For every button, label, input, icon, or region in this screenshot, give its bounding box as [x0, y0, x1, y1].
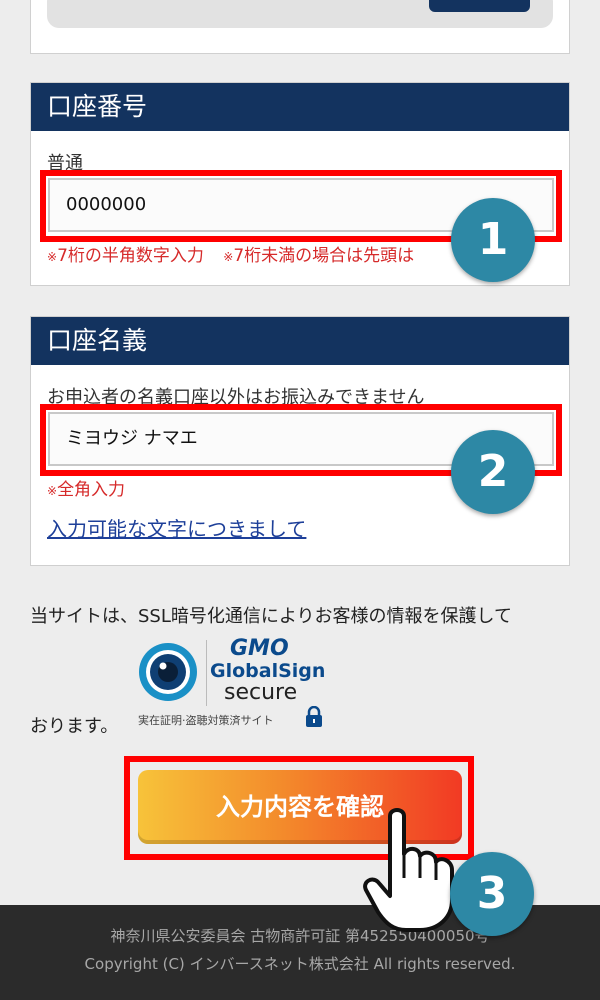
seal-divider: [206, 640, 207, 706]
step-2-badge: 2: [451, 430, 535, 514]
account-number-header: 口座番号: [31, 83, 569, 131]
ssl-notice-text-end: おります。: [30, 716, 119, 737]
previous-section-button[interactable]: [429, 0, 530, 12]
seal-subtitle: 実在証明·盗聴対策済サイト: [138, 714, 274, 727]
globalsign-text: GlobalSign: [210, 660, 326, 682]
eye-seal-icon: [139, 643, 197, 701]
account-number-note: ※7桁の半角数字入力 ※7桁未満の場合は先頭は: [47, 246, 415, 266]
footer-copyright: Copyright (C) インバースネット株式会社 All rights re…: [84, 955, 516, 973]
globalsign-seal[interactable]: GMO GlobalSign secure 実在証明·盗聴対策済サイト: [138, 636, 338, 732]
step-3-badge: 3: [450, 852, 534, 936]
secure-text: secure: [224, 680, 298, 705]
gmo-text: GMO: [230, 636, 289, 661]
lock-icon: [306, 706, 322, 727]
ssl-notice-text: 当サイトは、SSL暗号化通信によりお客様の情報を保護して: [30, 606, 512, 627]
allowed-characters-link[interactable]: 入力可能な文字につきまして: [47, 513, 306, 542]
account-name-header: 口座名義: [31, 317, 569, 365]
pointing-hand-icon: [363, 808, 454, 932]
account-name-note: ※全角入力: [47, 480, 126, 500]
step-1-badge: 1: [451, 198, 535, 282]
